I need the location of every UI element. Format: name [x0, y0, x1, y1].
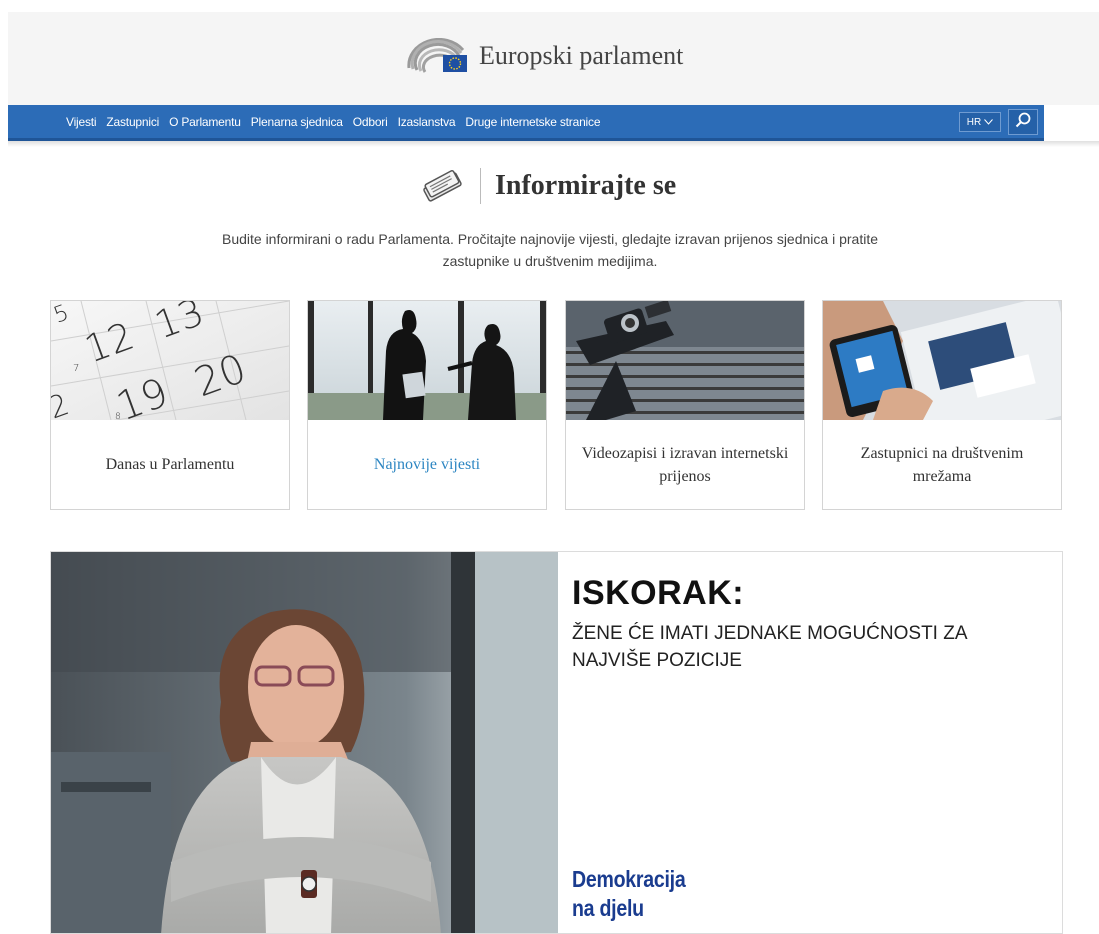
brand[interactable]: Europski parlament [405, 36, 683, 76]
chevron-down-icon [984, 117, 994, 128]
language-selector[interactable]: HR [959, 112, 1001, 132]
section-heading: Informirajte se [418, 166, 676, 206]
banner-title: ISKORAK: [572, 574, 745, 612]
section-title: Informirajte se [495, 170, 677, 201]
woman-portrait-photo [51, 552, 558, 933]
nav-item-druge-stranice[interactable]: Druge internetske stranice [465, 115, 600, 129]
nav-item-zastupnici[interactable]: Zastupnici [106, 115, 159, 129]
slogan-line-1: Demokracija [572, 866, 686, 892]
nav-item-plenarna-sjednica[interactable]: Plenarna sjednica [251, 115, 343, 129]
nav-item-o-parlamentu[interactable]: O Parlamentu [169, 115, 241, 129]
banner-subtitle: ŽENE ĆE IMATI JEDNAKE MOGUĆNOSTI ZA NAJV… [572, 623, 967, 671]
language-code: HR [966, 116, 982, 128]
card-najnovije-vijesti[interactable]: Najnovije vijesti [307, 300, 547, 510]
divider [480, 168, 481, 204]
newspaper-icon [418, 170, 466, 202]
main-navigation: Vijesti Zastupnici O Parlamentu Plenarna… [8, 105, 1044, 141]
banner-slogan: Demokracija na djelu [572, 865, 686, 923]
european-parliament-logo-icon [405, 37, 469, 74]
nav-item-izaslanstva[interactable]: Izaslanstva [398, 115, 456, 129]
search-button[interactable] [1008, 109, 1038, 135]
card-label: Najnovije vijesti [373, 456, 481, 473]
card-label: Videozapisi i izravan internetski prijen… [581, 444, 789, 485]
card-zastupnici-drustvene-mreze[interactable]: Zastupnici na društvenim mrežama [822, 300, 1062, 510]
nav-item-vijesti[interactable]: Vijesti [66, 115, 97, 129]
section-intro: Budite informirani o radu Parlamenta. Pr… [221, 231, 878, 269]
card-label: Zastupnici na društvenim mrežama [860, 444, 1024, 485]
slogan-line-2: na djelu [572, 895, 644, 921]
svg-text:8: 8 [115, 412, 121, 420]
camera-photo [566, 301, 804, 420]
card-label: Danas u Parlamentu [105, 456, 235, 473]
brand-name: Europski parlament [479, 41, 684, 70]
search-icon [1015, 112, 1031, 133]
card-danas-u-parlamentu[interactable]: 5 12 13 19 20 2 7 8 Danas u Parlamentu [50, 300, 290, 510]
calendar-photo: 5 12 13 19 20 2 7 8 [51, 301, 289, 420]
nav-shadow [8, 141, 1099, 147]
interview-photo [308, 301, 546, 420]
campaign-banner[interactable]: ISKORAK: ŽENE ĆE IMATI JEDNAKE MOGUĆNOST… [50, 551, 1063, 934]
nav-item-odbori[interactable]: Odbori [353, 115, 388, 129]
svg-text:7: 7 [73, 363, 79, 374]
card-videozapisi[interactable]: Videozapisi i izravan internetski prijen… [565, 300, 805, 510]
smartphone-photo [823, 301, 1061, 420]
